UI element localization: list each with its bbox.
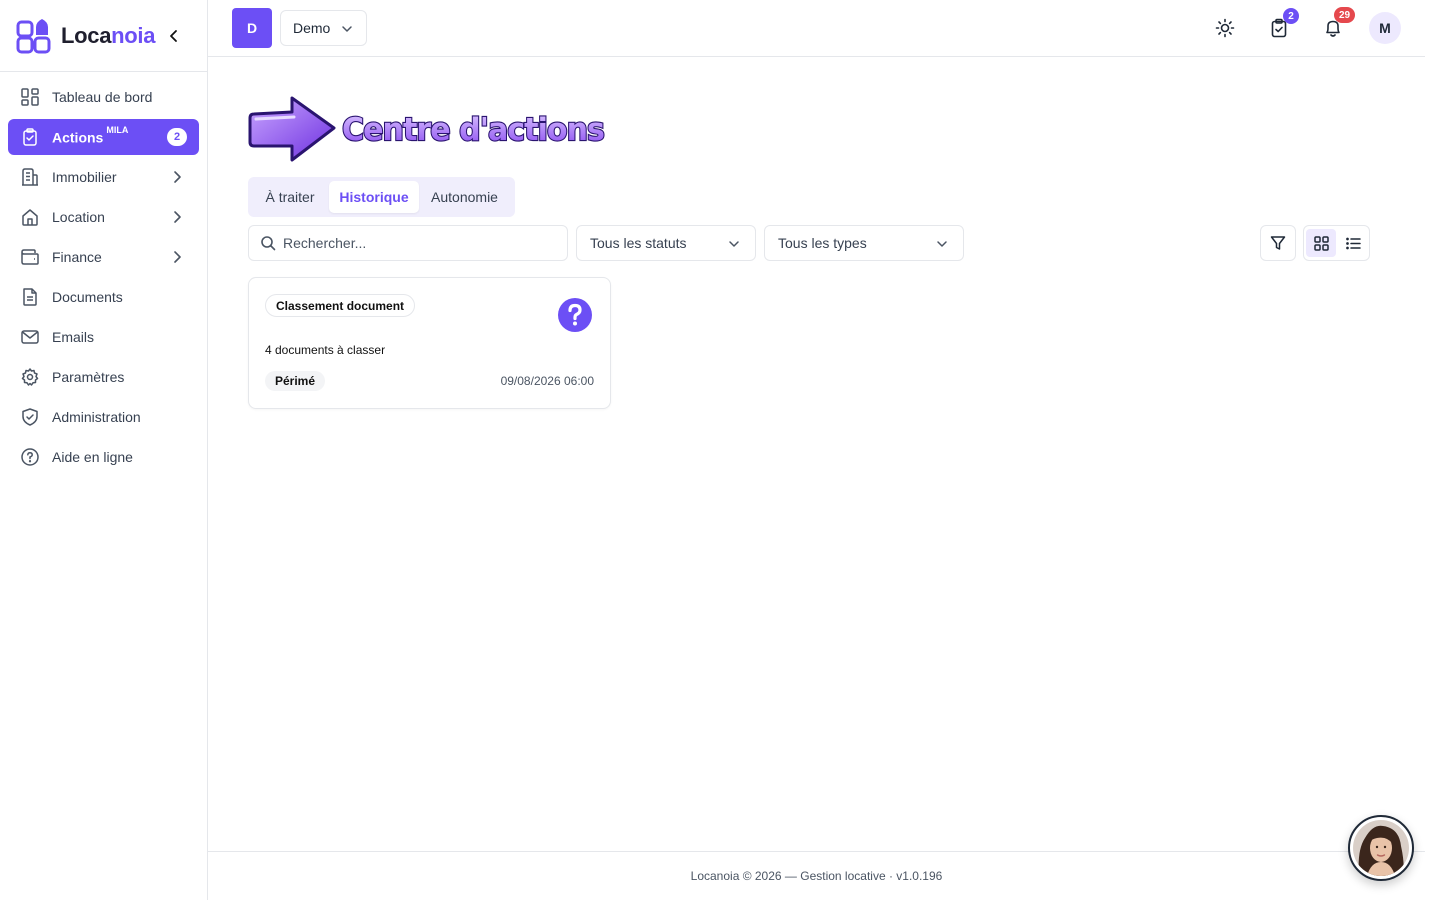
dashboard-icon <box>20 87 40 107</box>
chevron-down-icon <box>937 241 947 247</box>
arrow-right-icon <box>248 96 336 162</box>
sidebar-item-label: Finance <box>52 249 102 265</box>
sidebar-item-emails[interactable]: Emails <box>8 319 199 355</box>
sidebar-item-immobilier[interactable]: Immobilier <box>8 159 199 195</box>
list-view-button[interactable] <box>1338 229 1368 257</box>
sidebar-item-aide-en-ligne[interactable]: Aide en ligne <box>8 439 199 475</box>
type-filter-select[interactable]: Tous les types <box>764 225 964 261</box>
sidebar-item-administration[interactable]: Administration <box>8 399 199 435</box>
wallet-icon <box>20 247 40 267</box>
chevron-right-icon <box>174 211 181 223</box>
document-icon <box>20 287 40 307</box>
top-header: D Demo 2 29 M <box>208 0 1425 57</box>
search-box <box>248 225 568 261</box>
assistant-portrait-icon <box>1353 820 1409 876</box>
sidebar-item-label: Aide en ligne <box>52 449 133 465</box>
chevron-left-icon <box>170 30 177 42</box>
sidebar-item-label: Paramètres <box>52 369 125 385</box>
page-title-text: Centre d'actions <box>342 112 604 148</box>
sidebar-item-tableau-de-bord[interactable]: Tableau de bord <box>8 79 199 115</box>
sidebar-nav: Tableau de bord Actions MILA 2 Immobilier… <box>0 72 207 475</box>
sidebar-item-parametres[interactable]: Paramètres <box>8 359 199 395</box>
tab-a-traiter[interactable]: À traiter <box>252 181 328 213</box>
grid-view-button[interactable] <box>1306 229 1336 257</box>
sidebar-item-finance[interactable]: Finance <box>8 239 199 275</box>
tab-historique[interactable]: Historique <box>329 181 419 213</box>
sidebar-item-actions[interactable]: Actions MILA 2 <box>8 119 199 155</box>
brand-name: Locanoia <box>61 22 156 48</box>
assistant-avatar-button[interactable] <box>1348 815 1414 881</box>
tab-autonomie[interactable]: Autonomie <box>420 181 509 213</box>
help-circle-icon <box>20 447 40 467</box>
sidebar-item-label: Immobilier <box>52 169 117 185</box>
page-title-graphic: Centre d'actions <box>341 111 606 149</box>
shield-icon <box>20 407 40 427</box>
mail-icon <box>20 327 40 347</box>
sidebar-item-label: Actions MILA <box>52 124 129 146</box>
sidebar-item-location[interactable]: Location <box>8 199 199 235</box>
building-icon <box>20 167 40 187</box>
chevron-right-icon <box>174 171 181 183</box>
clipboard-check-icon <box>20 127 40 147</box>
filter-icon <box>1270 236 1286 250</box>
page-title: Centre d'actions <box>246 92 608 164</box>
action-card[interactable]: Classement document 4 documents à classe… <box>248 277 611 409</box>
actions-count-badge: 2 <box>167 128 187 146</box>
action-date: 09/08/2026 06:00 <box>500 374 594 388</box>
sidebar: Locanoia Tableau de bord Actions MILA 2 I… <box>0 0 208 900</box>
org-avatar[interactable]: D <box>232 8 272 48</box>
list-icon <box>1345 237 1361 249</box>
action-description: 4 documents à classer <box>265 343 386 357</box>
sidebar-item-label: Tableau de bord <box>52 89 153 105</box>
gear-icon <box>20 367 40 387</box>
home-icon <box>20 207 40 227</box>
theme-toggle-button[interactable] <box>1212 14 1238 42</box>
tasks-badge: 2 <box>1283 8 1299 24</box>
action-type-badge: Classement document <box>265 294 416 317</box>
footer: Locanoia © 2026 — Gestion locative · v1.… <box>208 851 1425 900</box>
brand: Locanoia <box>0 0 207 72</box>
status-filter-select[interactable]: Tous les statuts <box>576 225 756 261</box>
org-selector[interactable]: Demo <box>280 10 367 46</box>
view-mode-toggle <box>1303 225 1370 261</box>
locanoia-logo-icon[interactable] <box>16 18 52 54</box>
question-circle-icon <box>558 298 592 332</box>
status-filter-value: Tous les statuts <box>590 235 687 251</box>
sidebar-item-label: Location <box>52 209 105 225</box>
notifications-badge: 29 <box>1334 7 1355 23</box>
sidebar-item-documents[interactable]: Documents <box>8 279 199 315</box>
status-badge: Périmé <box>265 371 326 391</box>
chevron-down-icon <box>729 241 739 247</box>
search-icon <box>261 236 276 251</box>
collapse-sidebar-button[interactable] <box>166 26 182 46</box>
sidebar-item-label: Documents <box>52 289 123 305</box>
tab-bar: À traiter Historique Autonomie <box>248 177 515 217</box>
chevron-down-icon <box>342 26 352 32</box>
org-name: Demo <box>293 20 331 36</box>
mila-superscript: MILA <box>106 124 129 135</box>
sidebar-item-label: Administration <box>52 409 141 425</box>
advanced-filter-button[interactable] <box>1260 225 1296 261</box>
type-filter-value: Tous les types <box>778 235 867 251</box>
footer-text: Locanoia © 2026 — Gestion locative · v1.… <box>690 869 943 883</box>
grid-icon <box>1313 235 1329 251</box>
sidebar-item-label: Emails <box>52 329 95 345</box>
sun-icon <box>1215 18 1235 38</box>
chevron-right-icon <box>174 251 181 263</box>
user-avatar[interactable]: M <box>1369 12 1401 44</box>
search-input[interactable] <box>283 235 553 251</box>
